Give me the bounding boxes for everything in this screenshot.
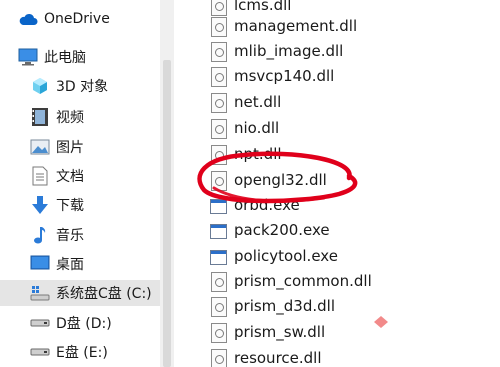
dll-file-icon (210, 16, 227, 37)
nav-item-onedrive[interactable]: OneDrive (0, 6, 178, 32)
music-note-icon (30, 225, 50, 245)
dll-file-icon (210, 41, 227, 62)
list-item[interactable]: nio.dll (210, 116, 279, 140)
nav-item-label: OneDrive (44, 11, 110, 27)
cloud-icon (18, 9, 38, 29)
file-name: npt.dll (234, 145, 282, 163)
windows-drive-icon (30, 283, 50, 303)
nav-item-label: 3D 对象 (56, 79, 109, 95)
nav-item-label: 视频 (56, 110, 84, 126)
download-arrow-icon (30, 195, 50, 215)
navigation-pane: OneDrive 此电脑 3D 对象 视频 图片 文档 下载 音乐 桌面 系统盘… (0, 0, 160, 367)
file-name: orbd.exe (234, 196, 300, 214)
list-item[interactable]: net.dll (210, 90, 281, 114)
list-item[interactable]: prism_common.dll (210, 269, 372, 293)
file-name: resource.dll (234, 349, 322, 367)
list-item[interactable]: pack200.exe (210, 218, 330, 242)
dll-file-icon (210, 322, 227, 343)
exe-file-icon (210, 220, 227, 240)
nav-item-label: 下载 (56, 198, 84, 214)
dll-file-icon (210, 348, 227, 367)
list-item[interactable]: resource.dll (210, 346, 322, 367)
exe-file-icon (210, 195, 227, 215)
drive-icon (30, 342, 50, 362)
list-item[interactable]: mlib_image.dll (210, 39, 343, 63)
exe-file-icon (210, 246, 227, 266)
nav-item-this-pc[interactable]: 此电脑 (0, 44, 178, 70)
cursor-mark-icon (374, 316, 388, 328)
file-name: lcms.dll (234, 0, 292, 14)
desktop-icon (30, 254, 50, 274)
dll-file-icon (210, 118, 227, 139)
nav-scrollbar-thumb[interactable] (163, 60, 171, 367)
file-name: nio.dll (234, 119, 280, 137)
dll-file-icon (210, 66, 227, 87)
cube-3d-icon (30, 76, 50, 96)
nav-scrollbar[interactable] (160, 0, 174, 367)
nav-item-c-drive[interactable]: 系统盘C盘 (C:) (0, 280, 160, 306)
list-item[interactable]: prism_sw.dll (210, 320, 325, 344)
nav-item-label: 音乐 (56, 228, 84, 244)
nav-item-label: 此电脑 (44, 50, 86, 66)
list-item[interactable]: policytool.exe (210, 244, 338, 268)
file-name: policytool.exe (234, 247, 338, 265)
dll-file-icon (210, 144, 227, 165)
list-item[interactable]: management.dll (210, 14, 357, 38)
nav-item-label: 图片 (56, 140, 84, 156)
nav-item-label: E盘 (E:) (56, 345, 108, 361)
list-item[interactable]: msvcp140.dll (210, 64, 334, 88)
list-item[interactable]: npt.dll (210, 142, 282, 166)
picture-icon (30, 137, 50, 157)
file-name: msvcp140.dll (234, 67, 335, 85)
nav-item-label: D盘 (D:) (56, 316, 112, 332)
file-name: prism_common.dll (234, 272, 372, 290)
list-item[interactable]: prism_d3d.dll (210, 294, 335, 318)
computer-icon (18, 47, 38, 67)
file-list-pane: lcms.dll management.dll mlib_image.dll m… (174, 0, 500, 367)
video-icon (30, 107, 50, 127)
file-name: mlib_image.dll (234, 42, 344, 60)
file-name: management.dll (234, 17, 358, 35)
drive-icon (30, 313, 50, 333)
document-icon (30, 166, 50, 186)
dll-file-icon (210, 170, 227, 191)
dll-file-icon (210, 271, 227, 292)
file-name: net.dll (234, 93, 282, 111)
dll-file-icon (210, 92, 227, 113)
nav-item-label: 桌面 (56, 257, 84, 273)
list-item[interactable]: orbd.exe (210, 193, 300, 217)
file-name: opengl32.dll (234, 171, 327, 189)
file-name: prism_d3d.dll (234, 297, 335, 315)
file-name: prism_sw.dll (234, 323, 326, 341)
dll-file-icon (210, 296, 227, 317)
list-item[interactable]: opengl32.dll (210, 168, 327, 192)
dll-file-icon (210, 0, 227, 16)
nav-item-label: 文档 (56, 169, 84, 185)
nav-item-label: 系统盘C盘 (C:) (56, 286, 152, 302)
file-name: pack200.exe (234, 221, 330, 239)
